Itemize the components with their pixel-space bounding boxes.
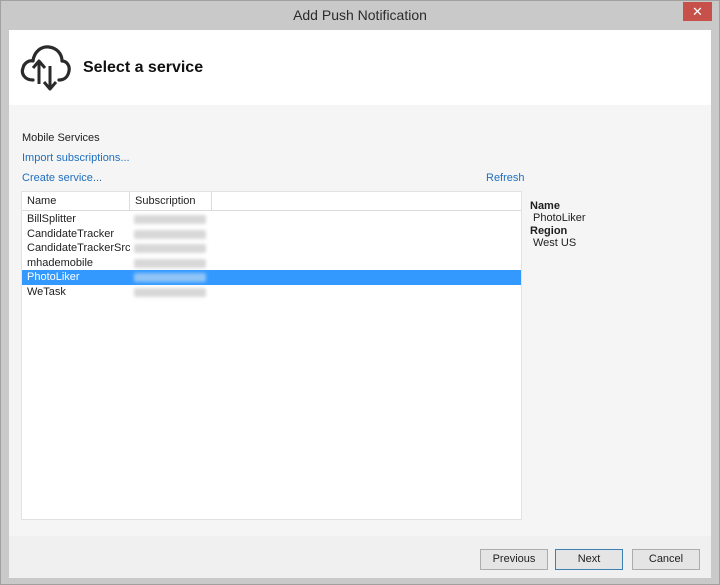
list-header: Name Subscription: [22, 192, 521, 211]
wizard-footer: Previous Next Cancel: [9, 536, 711, 578]
row-subscription-redacted: [134, 229, 206, 239]
list-row[interactable]: BillSplitter: [22, 212, 521, 227]
row-name: BillSplitter: [27, 213, 76, 225]
previous-button-label: Previous: [492, 553, 536, 565]
column-header-name[interactable]: Name: [22, 192, 130, 211]
detail-name-label: Name: [530, 200, 560, 212]
import-subscriptions-link[interactable]: Import subscriptions...: [22, 152, 130, 164]
refresh-link[interactable]: Refresh: [486, 172, 525, 184]
service-details: Name PhotoLiker Region West US: [530, 200, 700, 250]
list-row[interactable]: CandidateTrackerSrc: [22, 241, 521, 256]
next-button[interactable]: Next: [555, 549, 623, 570]
title-bar[interactable]: Add Push Notification ✕: [1, 1, 719, 30]
row-name: WeTask: [27, 285, 66, 298]
row-subscription-redacted: [134, 287, 206, 297]
row-name: CandidateTracker: [27, 227, 115, 240]
row-subscription-redacted: [134, 215, 206, 224]
cloud-up-down-icon: [20, 45, 71, 91]
detail-name-value: PhotoLiker: [533, 212, 586, 224]
cancel-button[interactable]: Cancel: [632, 549, 700, 570]
wizard-header: Select a service: [9, 30, 711, 105]
list-row-selected[interactable]: PhotoLiker: [22, 270, 521, 285]
cancel-button-label: Cancel: [648, 553, 684, 565]
list-row[interactable]: WeTask: [22, 285, 521, 300]
row-subscription-redacted: [134, 244, 206, 253]
row-subscription-redacted: [134, 258, 206, 268]
services-list[interactable]: Name Subscription BillSplitter Candidate…: [21, 191, 522, 520]
dialog-content: Select a service Mobile Services Import …: [9, 30, 711, 578]
create-service-link[interactable]: Create service...: [22, 172, 102, 184]
page-title: Select a service: [83, 59, 204, 76]
detail-region-label: Region: [530, 225, 568, 237]
section-label: Mobile Services: [22, 132, 100, 144]
list-row[interactable]: CandidateTracker: [22, 227, 521, 242]
column-header-subscription[interactable]: Subscription: [130, 192, 212, 211]
row-subscription-redacted: [134, 273, 206, 282]
row-name: PhotoLiker: [27, 271, 80, 283]
close-icon: ✕: [692, 4, 703, 19]
dialog-window: Add Push Notification ✕ Select a service…: [0, 0, 720, 585]
next-button-label: Next: [577, 553, 601, 565]
row-name: CandidateTrackerSrc: [27, 242, 131, 254]
previous-button[interactable]: Previous: [480, 549, 548, 570]
close-button[interactable]: ✕: [683, 2, 712, 21]
detail-region-value: West US: [533, 237, 577, 249]
window-title: Add Push Notification: [293, 7, 427, 23]
row-name: mhademobile: [27, 256, 94, 269]
list-row[interactable]: mhademobile: [22, 256, 521, 271]
